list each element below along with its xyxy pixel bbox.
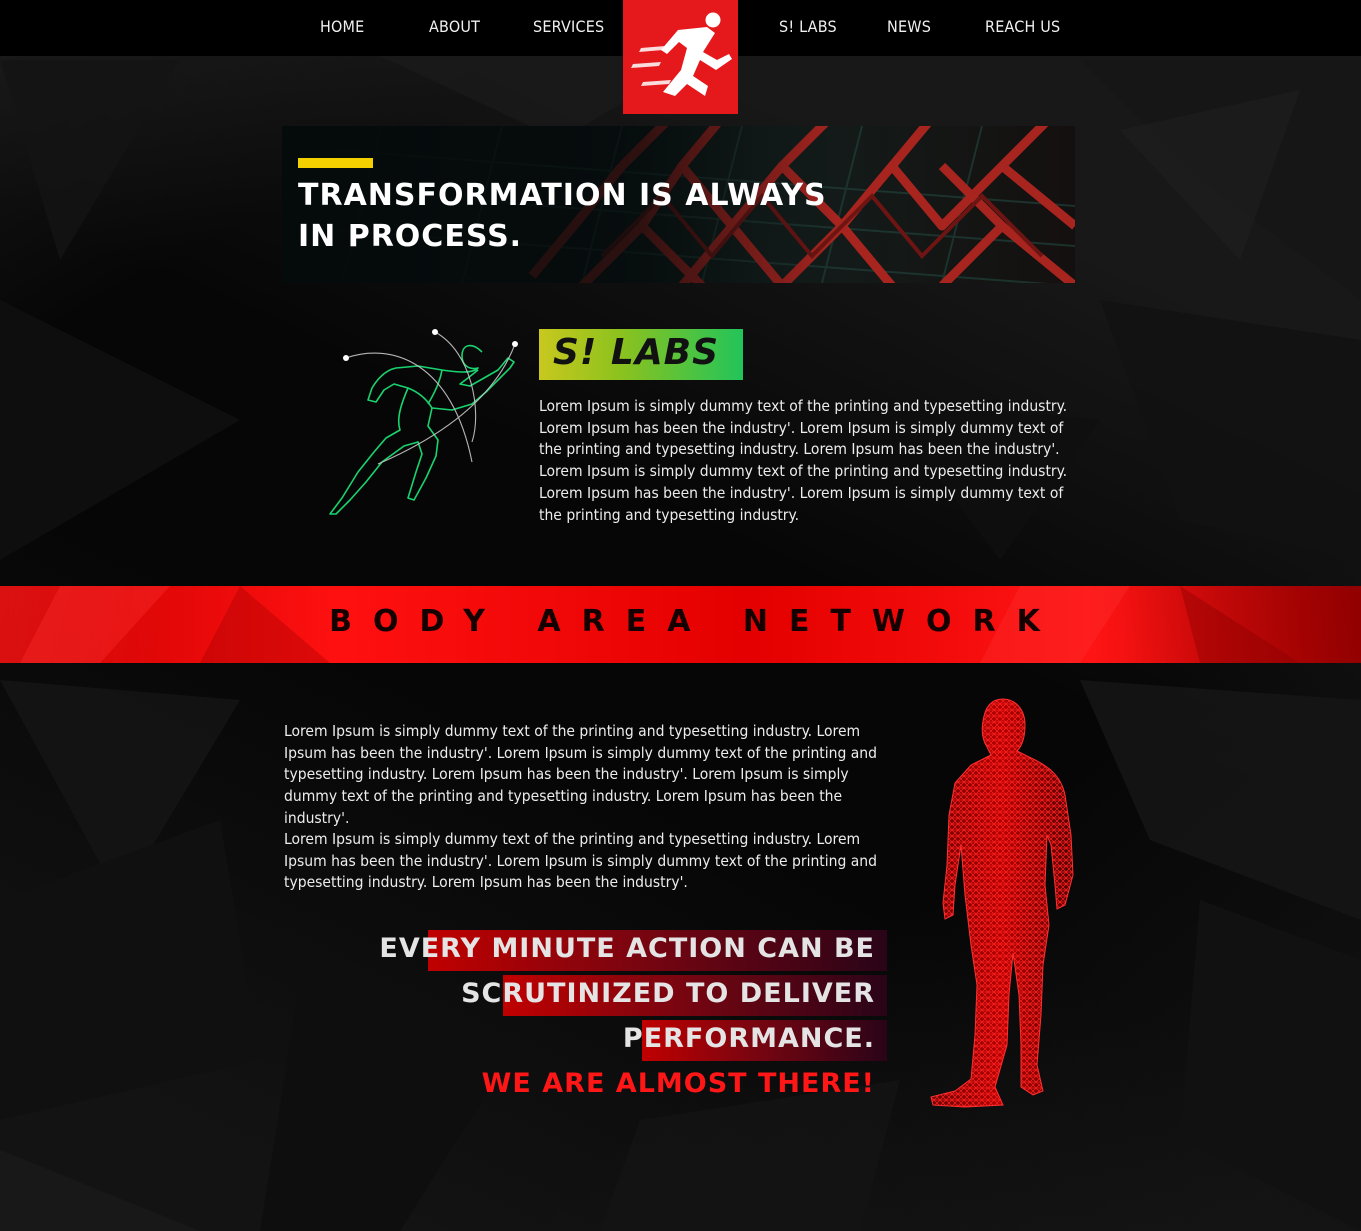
logo[interactable] bbox=[623, 0, 738, 114]
nav-s-labs[interactable]: S! LABS bbox=[779, 17, 837, 36]
nav-home[interactable]: HOME bbox=[320, 17, 364, 36]
page: HOME ABOUT SERVICES S! LABS NEWS REACH U… bbox=[0, 0, 1361, 1231]
hero-headline-line2: IN PROCESS. bbox=[298, 219, 523, 254]
s-labs-title: S! LABS bbox=[553, 332, 720, 373]
nav-reach-us[interactable]: REACH US bbox=[985, 17, 1060, 36]
running-man-icon bbox=[631, 12, 732, 96]
tagline-line-3: PERFORMANCE. bbox=[622, 1023, 875, 1054]
ban-paragraph-1: Lorem Ipsum is simply dummy text of the … bbox=[284, 722, 877, 827]
tagline-line-1: EVERY MINUTE ACTION CAN BE bbox=[379, 933, 875, 964]
nav-services[interactable]: SERVICES bbox=[533, 17, 604, 36]
sprinter-outline-icon bbox=[329, 329, 518, 515]
ban-paragraph-2: Lorem Ipsum is simply dummy text of the … bbox=[284, 830, 877, 892]
body-area-network-title: BODY AREA NETWORK bbox=[329, 604, 1061, 639]
hero-headline-line1: TRANSFORMATION IS ALWAYS bbox=[298, 178, 827, 213]
s-labs-description: Lorem Ipsum is simply dummy text of the … bbox=[539, 397, 1068, 524]
hero-accent-bar bbox=[298, 158, 373, 168]
nav-about[interactable]: ABOUT bbox=[429, 17, 480, 36]
nav-news[interactable]: NEWS bbox=[887, 17, 931, 36]
wireframe-human-icon bbox=[930, 698, 1074, 1108]
tagline-line-2: SCRUTINIZED TO DELIVER bbox=[461, 978, 875, 1009]
tagline-line-4: WE ARE ALMOST THERE! bbox=[481, 1068, 875, 1099]
